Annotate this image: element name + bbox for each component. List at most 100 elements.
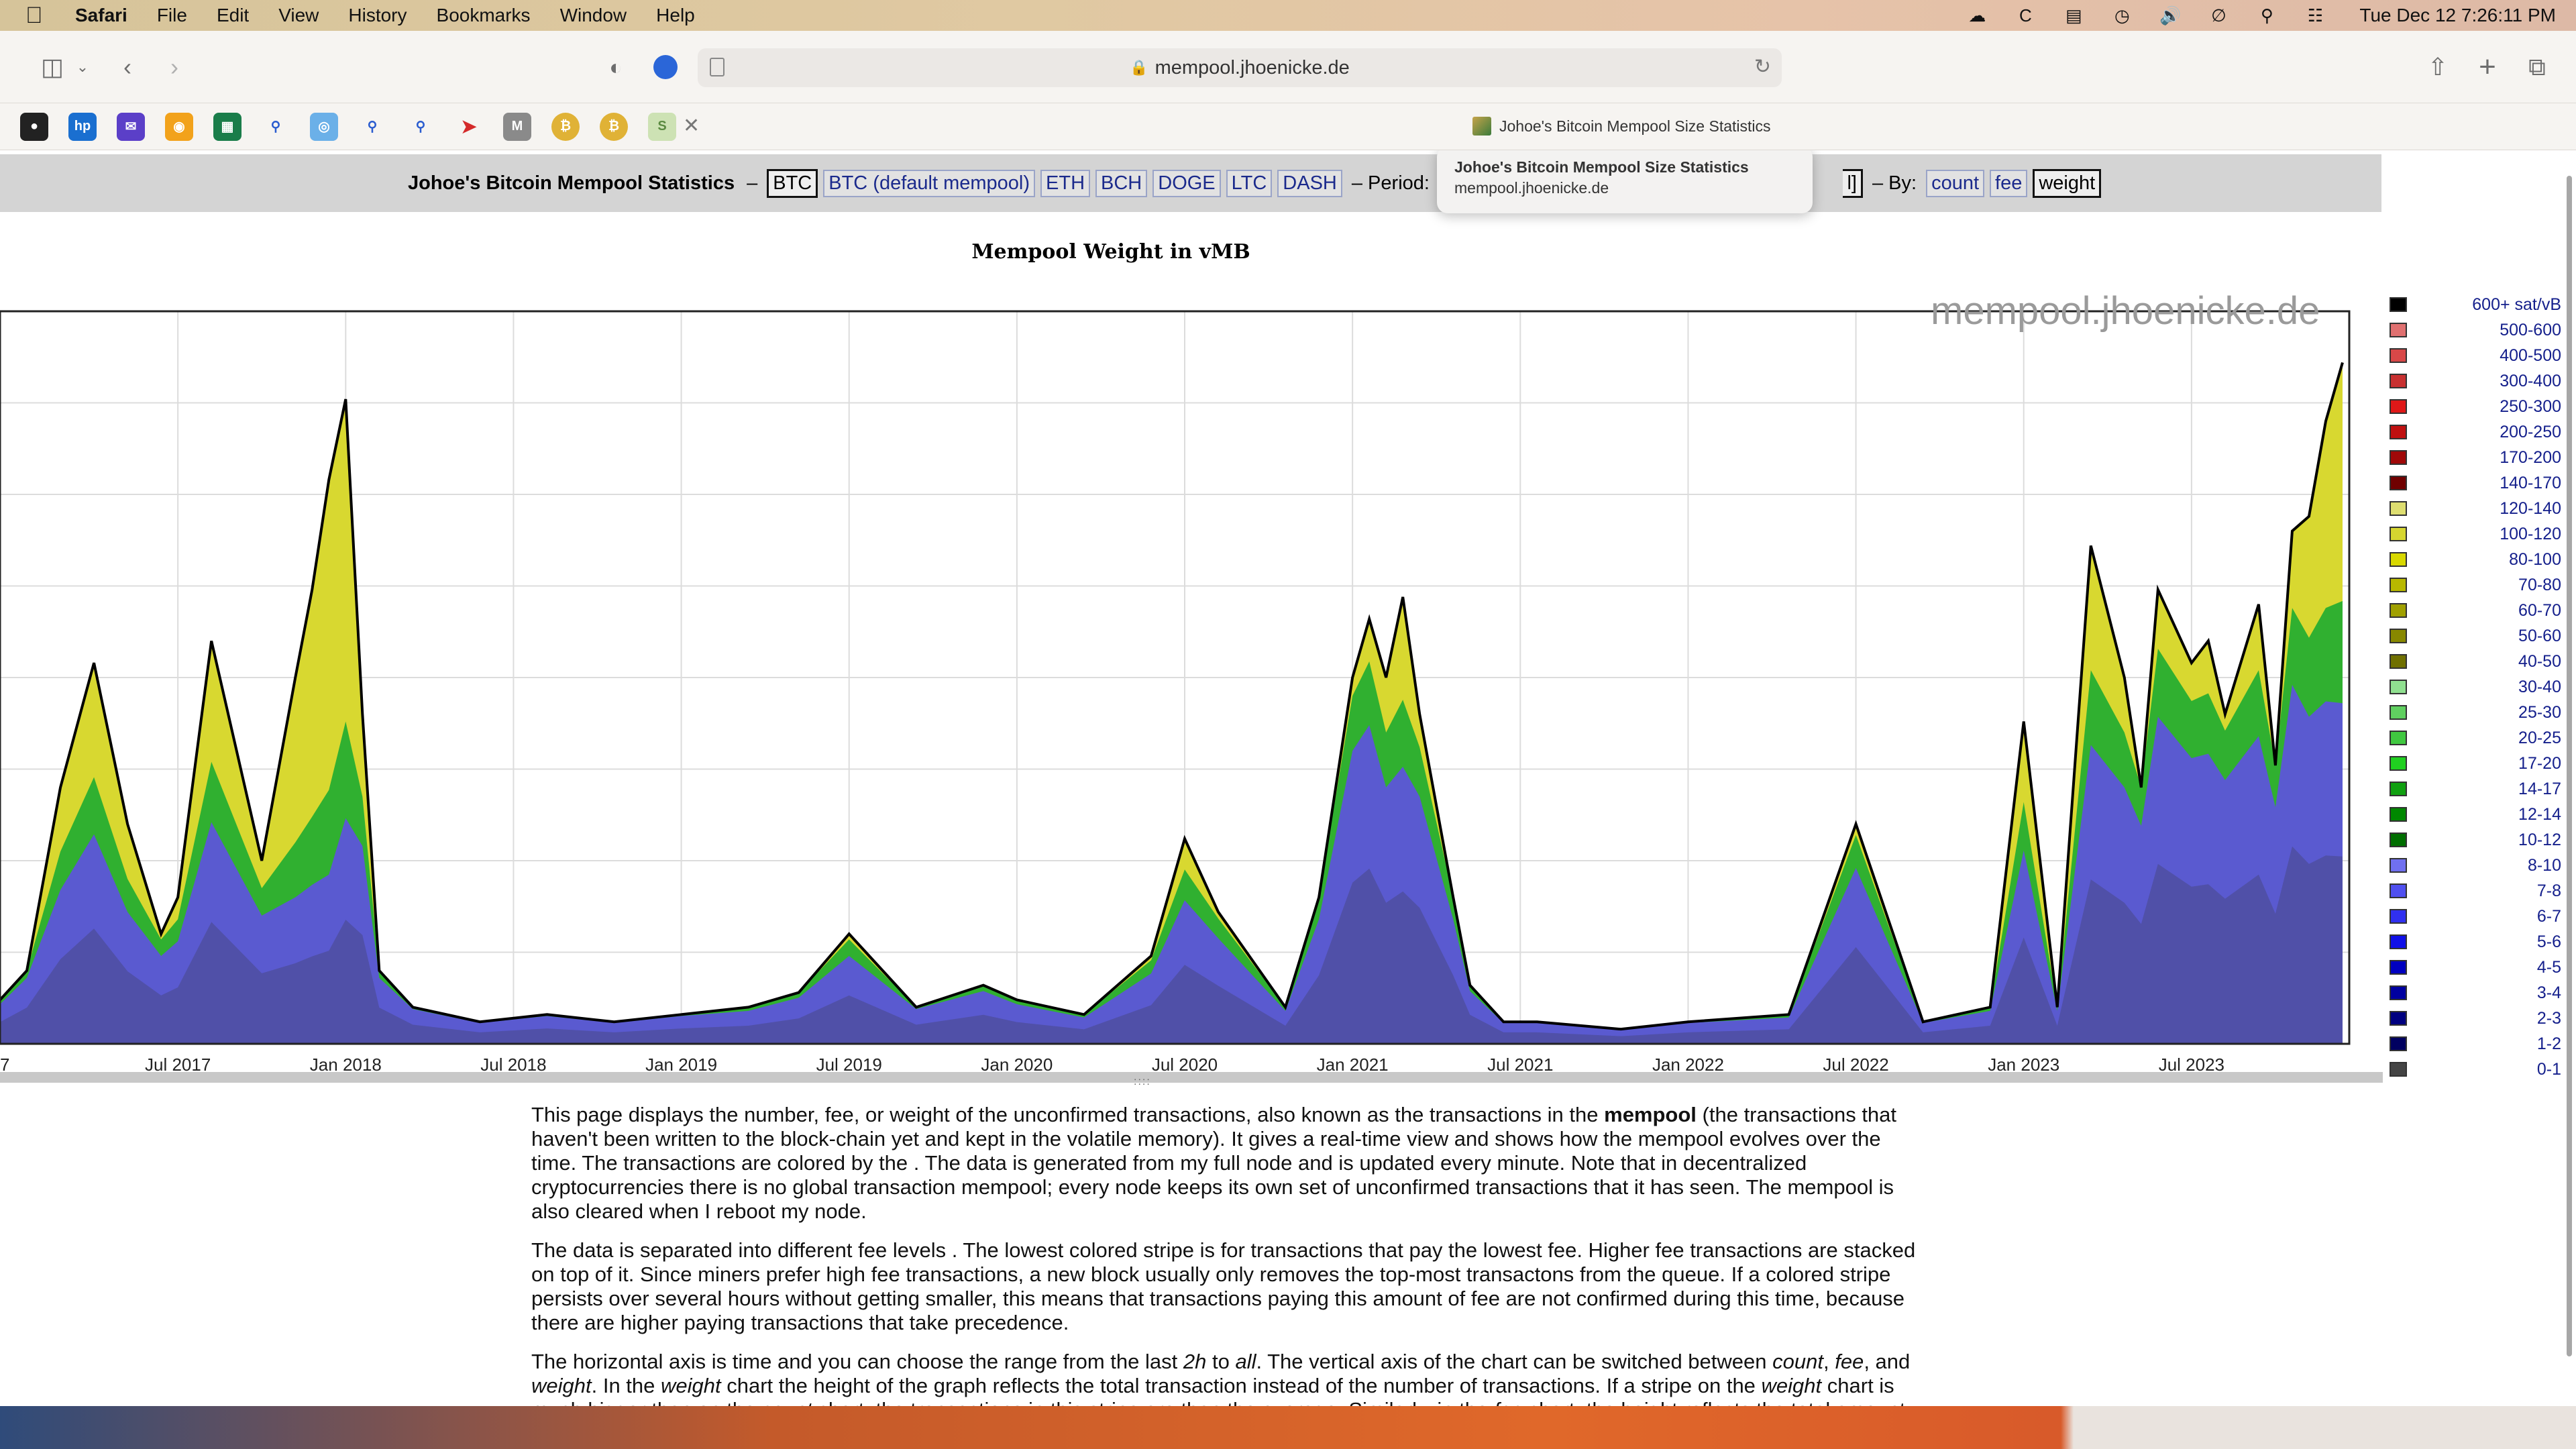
share-icon[interactable]: ⇧ <box>2423 51 2453 83</box>
p3-j: weight <box>531 1374 592 1397</box>
back-button[interactable]: ‹ <box>114 51 141 83</box>
legend-item: 40-50 <box>2388 649 2576 674</box>
favorite-lock-icon[interactable]: ● <box>20 112 48 141</box>
chevron-down-icon[interactable]: ⌄ <box>72 51 93 83</box>
chart-areas <box>0 362 2344 1044</box>
tab-overview-icon[interactable]: ⧉ <box>2522 51 2552 83</box>
extension-icon[interactable] <box>651 51 680 83</box>
legend-item: 17-20 <box>2388 751 2576 776</box>
resize-grip-icon[interactable]: :::: <box>1134 1076 1151 1088</box>
menu-help[interactable]: Help <box>656 5 695 26</box>
menu-file[interactable]: File <box>157 5 187 26</box>
legend-label: 60-70 <box>2518 600 2561 620</box>
p3-m: chart the height of the graph reflects t… <box>720 1374 1762 1397</box>
safari-window: ◫ ⌄ ‹ › ◐ 🔒 mempool.jhoenicke.de ↻ ⇧ + ⧉… <box>0 31 2576 1406</box>
favorite-web-icon[interactable]: ◎ <box>310 112 338 141</box>
display-icon[interactable]: ▤ <box>2059 5 2088 25</box>
legend-swatch <box>2390 1036 2407 1051</box>
forward-button[interactable]: › <box>161 51 188 83</box>
legend-item: 10-12 <box>2388 827 2576 853</box>
chart-horizontal-scrollbar[interactable] <box>0 1072 2383 1083</box>
p3-b: 2h <box>1183 1350 1207 1373</box>
legend-label: 12-14 <box>2518 804 2561 824</box>
legend-item: 7-8 <box>2388 878 2576 904</box>
favorite-coin-icon-2[interactable]: ₿ <box>600 112 628 141</box>
legend-item: 25-30 <box>2388 700 2576 725</box>
legend-label: 300-400 <box>2500 371 2561 390</box>
favorite-search-icon[interactable]: ⚲ <box>262 113 290 141</box>
legend-label: 500-600 <box>2500 320 2561 339</box>
legend-label: 17-20 <box>2518 753 2561 773</box>
browser-toolbar: ◫ ⌄ ‹ › ◐ 🔒 mempool.jhoenicke.de ↻ ⇧ + ⧉ <box>0 31 2576 103</box>
new-tab-icon[interactable]: + <box>2473 50 2502 83</box>
legend-item: 14-17 <box>2388 776 2576 802</box>
paragraph-3: The horizontal axis is time and you can … <box>531 1350 1920 1406</box>
legend-item: 1-2 <box>2388 1031 2576 1057</box>
legend-label: 5-6 <box>2536 932 2561 951</box>
menu-window[interactable]: Window <box>560 5 627 26</box>
legend-item: 600+ sat/vB <box>2388 292 2576 317</box>
favorite-s-icon[interactable]: S <box>648 112 676 141</box>
legend-item: 20-25 <box>2388 725 2576 751</box>
legend-item: 120-140 <box>2388 496 2576 521</box>
legend-swatch <box>2390 552 2407 567</box>
favorite-app-icon[interactable]: ◉ <box>165 112 193 141</box>
menu-view[interactable]: View <box>278 5 319 26</box>
menu-app-safari[interactable]: Safari <box>75 5 127 26</box>
legend-label: 6-7 <box>2536 906 2561 926</box>
legend-swatch <box>2390 833 2407 847</box>
p3-l: weight <box>661 1374 721 1397</box>
favorite-sheet-icon[interactable]: ▦ <box>213 112 241 141</box>
favorite-search-icon-2[interactable]: ⚲ <box>358 113 386 141</box>
favorite-m-icon[interactable]: M <box>503 112 531 141</box>
menubar-clock[interactable]: Tue Dec 12 7:26:11 PM <box>2359 5 2556 26</box>
tab-hover-tooltip: Johoe's Bitcoin Mempool Size Statistics … <box>1437 150 1813 213</box>
p3-e: . The vertical axis of the chart can be … <box>1256 1350 1773 1373</box>
favorite-coin-icon[interactable]: ₿ <box>551 112 580 141</box>
legend-label: 8-10 <box>2527 855 2561 875</box>
p3-g: , <box>1823 1350 1835 1373</box>
legend-swatch <box>2390 476 2407 490</box>
p3-c: to <box>1206 1350 1236 1373</box>
legend-swatch <box>2390 934 2407 949</box>
privacy-shield-icon[interactable]: ◐ <box>601 51 631 83</box>
close-tab-icon[interactable]: ✕ <box>683 114 700 138</box>
legend-label: 2-3 <box>2536 1008 2561 1028</box>
favorite-hp-icon[interactable]: hp <box>68 112 97 141</box>
legend-item: 8-10 <box>2388 853 2576 878</box>
control-center-icon[interactable]: ☷ <box>2300 5 2330 25</box>
c-app-icon[interactable]: C <box>2010 5 2040 25</box>
time-machine-icon[interactable]: ◷ <box>2107 5 2137 25</box>
menu-history[interactable]: History <box>348 5 407 26</box>
p3-q: chart, the transactions in this stripe a… <box>812 1398 1494 1406</box>
favorite-mail-icon[interactable]: ✉ <box>117 112 145 141</box>
legend-item: 4-5 <box>2388 955 2576 980</box>
legend-swatch <box>2390 348 2407 363</box>
volume-icon[interactable]: 🔊 <box>2155 5 2185 25</box>
legend-item: 300-400 <box>2388 368 2576 394</box>
address-bar[interactable]: 🔒 mempool.jhoenicke.de ↻ <box>698 48 1782 87</box>
menu-edit[interactable]: Edit <box>217 5 249 26</box>
legend-swatch <box>2390 425 2407 439</box>
reload-icon[interactable]: ↻ <box>1754 55 1771 78</box>
legend-label: 50-60 <box>2518 626 2561 645</box>
apple-menu-icon[interactable]:  <box>25 3 52 29</box>
menu-bookmarks[interactable]: Bookmarks <box>437 5 531 26</box>
legend-item: 50-60 <box>2388 623 2576 649</box>
wifi-off-icon[interactable]: ∅ <box>2204 5 2233 25</box>
p3-n: weight <box>1761 1374 1822 1397</box>
legend-label: 250-300 <box>2500 396 2561 416</box>
legend-swatch <box>2390 654 2407 669</box>
spotlight-search-icon[interactable]: ⚲ <box>2252 5 2282 25</box>
favorite-search-icon-3[interactable]: ⚲ <box>407 113 435 141</box>
creative-cloud-icon[interactable]: ☁ <box>1962 5 1992 25</box>
legend-label: 7-8 <box>2536 881 2561 900</box>
sidebar-toggle-icon[interactable]: ◫ <box>32 51 72 83</box>
legend-label: 25-30 <box>2518 702 2561 722</box>
page-scroll-thumb[interactable] <box>2567 176 2572 1356</box>
page-vertical-scrollbar[interactable] <box>2563 176 2576 1424</box>
legend-label: 0-1 <box>2536 1059 2561 1079</box>
legend-swatch <box>2390 883 2407 898</box>
active-tab[interactable]: Johoe's Bitcoin Mempool Size Statistics <box>1472 117 1771 136</box>
favorite-red-swoosh-icon[interactable]: ➤ <box>455 113 483 141</box>
